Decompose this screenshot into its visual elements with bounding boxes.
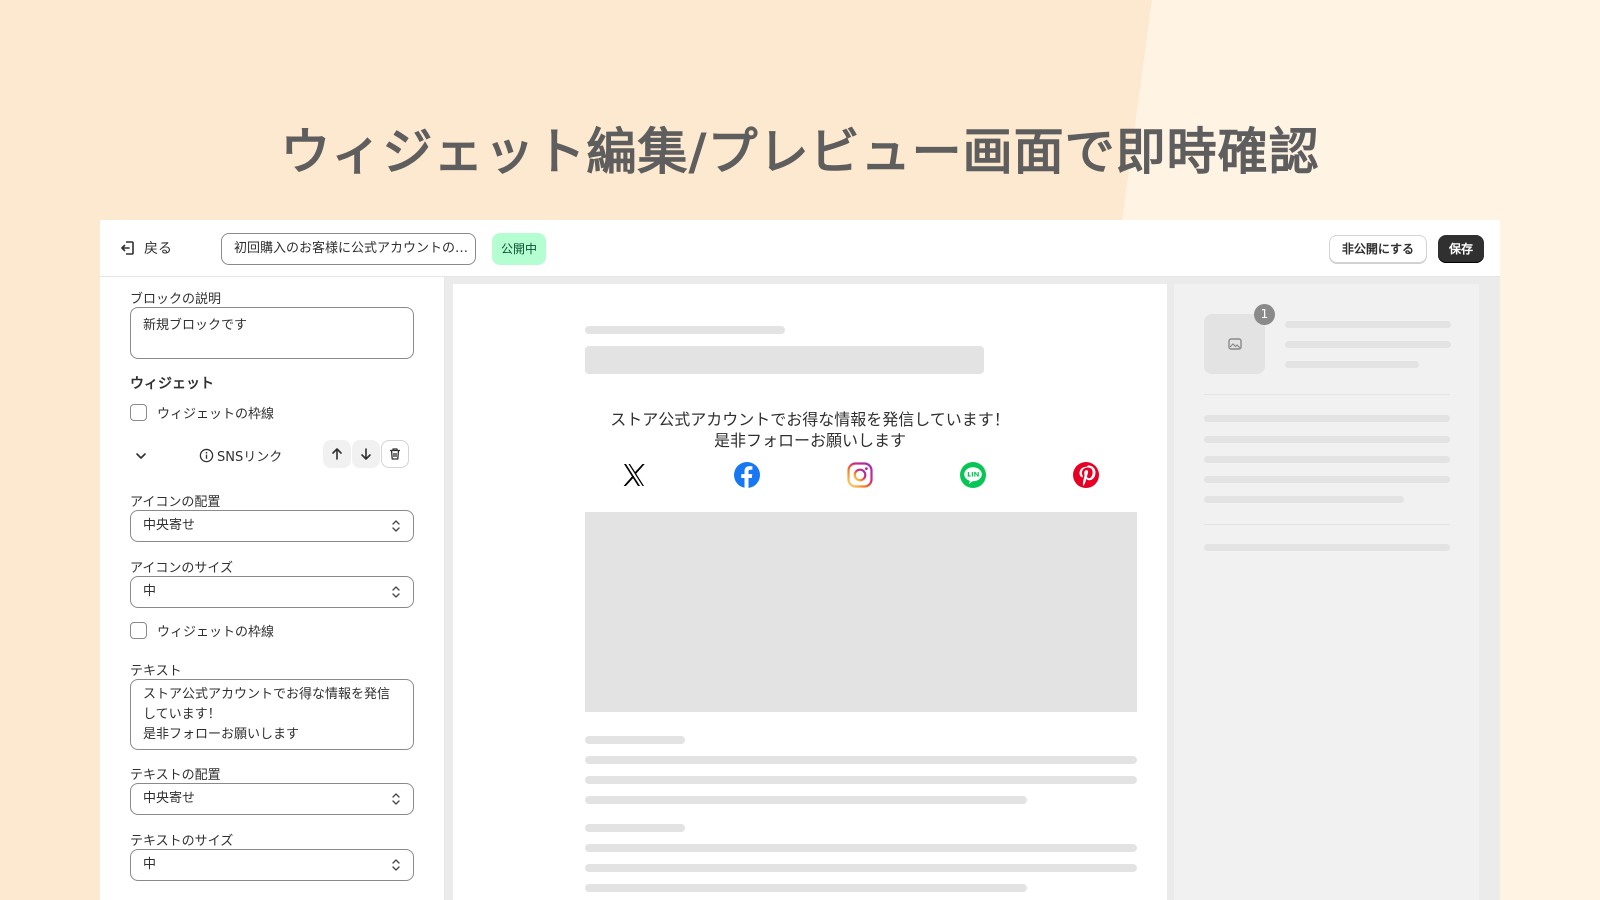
placeholder-image	[585, 512, 1137, 712]
block-title-input[interactable]: 初回購入のお客様に公式アカウントの…	[221, 233, 476, 265]
text-size-select[interactable]: 中	[130, 849, 414, 881]
text-textarea[interactable]: ストア公式アカウントでお得な情報を発信 しています！ 是非フォローお願いします	[130, 679, 414, 750]
widget-section-title: ウィジェット	[130, 376, 214, 392]
divider	[1204, 394, 1450, 395]
sns-text-line-1: ストア公式アカウントでお得な情報を発信しています！	[610, 410, 1010, 429]
placeholder-line	[585, 736, 685, 744]
facebook-icon[interactable]	[733, 461, 761, 489]
text-line-1: ストア公式アカウントでお得な情報を発信	[143, 687, 391, 702]
placeholder-line	[585, 326, 785, 334]
select-arrows-icon	[392, 586, 400, 598]
placeholder-line	[585, 796, 1027, 804]
image-icon	[1227, 338, 1242, 350]
text-alignment-label: テキストの配置	[130, 768, 221, 783]
text-line-2: しています！	[143, 707, 221, 722]
move-down-button[interactable]	[352, 440, 380, 468]
widget-item-label: SNSリンク	[217, 450, 283, 465]
arrow-up-icon	[332, 448, 342, 460]
placeholder-line	[1204, 436, 1450, 443]
placeholder-line	[585, 824, 685, 832]
icon-alignment-value: 中央寄せ	[143, 518, 196, 533]
widget-item-row: SNSリンク	[130, 440, 414, 470]
settings-sidebar: ブロックの説明 新規ブロックです ウィジェット ウィジェットの枠線 SNSリンク	[100, 277, 445, 900]
widget-border-option-2[interactable]: ウィジェットの枠線	[130, 621, 274, 640]
widget-border-label-1: ウィジェットの枠線	[157, 407, 275, 422]
icon-size-value: 中	[143, 584, 157, 599]
placeholder-line	[1285, 321, 1451, 328]
line-icon[interactable]	[959, 461, 987, 489]
text-label: テキスト	[130, 664, 182, 679]
placeholder-line	[585, 756, 1137, 764]
page-headline: ウィジェット編集/プレビュー画面で即時確認	[280, 123, 1320, 181]
select-arrows-icon	[392, 520, 400, 532]
text-line-3: 是非フォローお願いします	[143, 727, 300, 742]
placeholder-line	[585, 844, 1137, 852]
select-arrows-icon	[392, 793, 400, 805]
x-icon[interactable]	[620, 461, 648, 489]
block-description-textarea[interactable]: 新規ブロックです	[130, 307, 414, 359]
placeholder-line	[1285, 341, 1451, 348]
placeholder-line	[1285, 361, 1419, 368]
icon-alignment-label: アイコンの配置	[130, 495, 221, 510]
status-badge: 公開中	[492, 233, 547, 265]
placeholder-line	[1204, 456, 1450, 463]
sns-text-line-2: 是非フォローお願いします	[713, 431, 906, 450]
icon-size-label: アイコンのサイズ	[130, 561, 233, 576]
back-label: 戻る	[144, 241, 172, 257]
block-description-label: ブロックの説明	[130, 292, 222, 307]
select-arrows-icon	[392, 859, 400, 871]
widget-border-label-2: ウィジェットの枠線	[157, 625, 275, 640]
placeholder-line	[1204, 476, 1450, 483]
text-size-label: テキストのサイズ	[130, 834, 234, 849]
text-alignment-select[interactable]: 中央寄せ	[130, 783, 414, 815]
placeholder-line	[585, 884, 1027, 892]
product-thumbnail	[1204, 314, 1265, 374]
placeholder-line	[1204, 544, 1450, 551]
icon-size-select[interactable]: 中	[130, 576, 414, 608]
placeholder-line	[585, 776, 1137, 784]
placeholder-title	[585, 346, 984, 374]
unpublish-button[interactable]: 非公開にする	[1328, 235, 1427, 263]
placeholder-line	[1204, 496, 1404, 503]
preview-area: ストア公式アカウントでお得な情報を発信しています！ 是非フォローお願いします 1	[445, 277, 1500, 900]
preview-side-panel: 1	[1174, 284, 1479, 900]
trash-icon	[390, 448, 400, 460]
widget-item-title: SNSリンク	[199, 446, 282, 465]
move-up-button[interactable]	[323, 440, 351, 468]
info-icon	[199, 448, 214, 463]
placeholder-line	[585, 864, 1137, 872]
save-button[interactable]: 保存	[1437, 235, 1484, 263]
exit-icon	[121, 241, 134, 255]
widget-border-checkbox-1[interactable]	[130, 404, 147, 421]
chevron-down-icon[interactable]	[134, 449, 148, 463]
delete-button[interactable]	[381, 440, 409, 468]
divider	[1204, 524, 1450, 525]
text-alignment-value: 中央寄せ	[143, 791, 196, 806]
preview-page: ストア公式アカウントでお得な情報を発信しています！ 是非フォローお願いします	[453, 284, 1167, 900]
icon-alignment-select[interactable]: 中央寄せ	[130, 510, 414, 542]
top-bar: 戻る 初回購入のお客様に公式アカウントの… 公開中 非公開にする 保存	[100, 220, 1500, 277]
widget-border-checkbox-2[interactable]	[130, 622, 147, 639]
arrow-down-icon	[361, 448, 371, 460]
widget-border-option-1[interactable]: ウィジェットの枠線	[130, 403, 274, 422]
placeholder-line	[1204, 415, 1450, 422]
editor-window: 戻る 初回購入のお客様に公式アカウントの… 公開中 非公開にする 保存 ブロック…	[100, 220, 1500, 900]
thumbnail-count-badge: 1	[1254, 304, 1275, 325]
back-button[interactable]: 戻る	[120, 238, 172, 258]
pinterest-icon[interactable]	[1072, 461, 1100, 489]
text-size-value: 中	[143, 857, 157, 872]
sns-widget-text: ストア公式アカウントでお得な情報を発信しています！ 是非フォローお願いします	[453, 409, 1167, 451]
instagram-icon[interactable]	[846, 461, 874, 489]
